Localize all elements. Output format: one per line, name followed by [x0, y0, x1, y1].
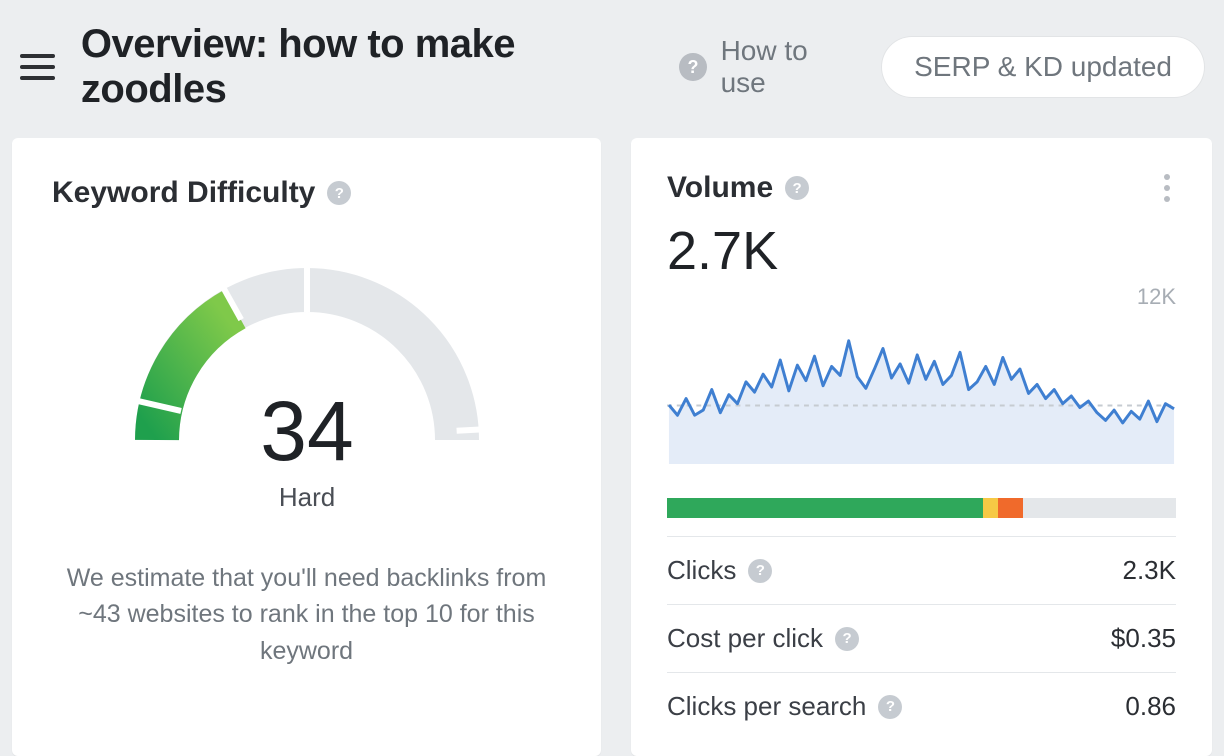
kd-score-label: Hard — [278, 482, 334, 512]
top-bar: Overview: how to make zoodles ? How to u… — [0, 0, 1224, 138]
hamburger-menu-icon[interactable] — [20, 49, 55, 85]
segment — [983, 498, 998, 518]
metric-label: Clicks per search — [667, 691, 866, 722]
cards-row: Keyword Difficulty ? — [0, 138, 1224, 756]
metric-value: $0.35 — [1111, 623, 1176, 654]
metric-value: 0.86 — [1125, 691, 1176, 722]
help-icon[interactable]: ? — [785, 176, 809, 200]
how-to-use-cluster[interactable]: ? How to use — [679, 35, 856, 99]
volume-card: Volume ? 2.7K 12K Clicks? 2.3K Cost per cl… — [631, 138, 1212, 756]
metric-label: Cost per click — [667, 623, 823, 654]
metric-value: 2.3K — [1123, 555, 1177, 586]
page-title: Overview: how to make zoodles — [81, 22, 654, 112]
volume-card-title: Volume — [667, 171, 773, 205]
keyword-difficulty-card: Keyword Difficulty ? — [12, 138, 601, 756]
kd-card-title: Keyword Difficulty — [52, 176, 315, 210]
volume-axis-max: 12K — [1137, 284, 1176, 310]
kd-score-value: 34 — [260, 384, 353, 478]
volume-metric-row: Clicks? 2.3K — [667, 536, 1176, 604]
serp-updated-pill[interactable]: SERP & KD updated — [882, 37, 1204, 97]
volume-value: 2.7K — [667, 220, 1176, 282]
help-icon[interactable]: ? — [748, 559, 772, 583]
segment — [1023, 498, 1176, 518]
volume-card-header: Volume ? — [667, 168, 1176, 208]
volume-metric-row: Clicks per search? 0.86 — [667, 672, 1176, 740]
segment — [998, 498, 1023, 518]
help-icon: ? — [679, 53, 706, 81]
kd-card-header: Keyword Difficulty ? — [52, 176, 561, 210]
volume-metric-row: Cost per click? $0.35 — [667, 604, 1176, 672]
how-to-use-label: How to use — [721, 35, 857, 99]
volume-sparkline: 12K — [667, 290, 1176, 480]
segment — [667, 498, 983, 518]
help-icon[interactable]: ? — [327, 181, 351, 205]
kebab-menu-icon[interactable] — [1158, 168, 1176, 208]
volume-metrics-list: Clicks? 2.3K Cost per click? $0.35 Clicks pe… — [667, 536, 1176, 740]
metric-label: Clicks — [667, 555, 736, 586]
help-icon[interactable]: ? — [878, 695, 902, 719]
help-icon[interactable]: ? — [835, 627, 859, 651]
kd-gauge: 34 Hard — [52, 250, 561, 530]
volume-distribution-bar — [667, 498, 1176, 518]
kd-estimate-text: We estimate that you'll need backlinks f… — [52, 560, 561, 669]
